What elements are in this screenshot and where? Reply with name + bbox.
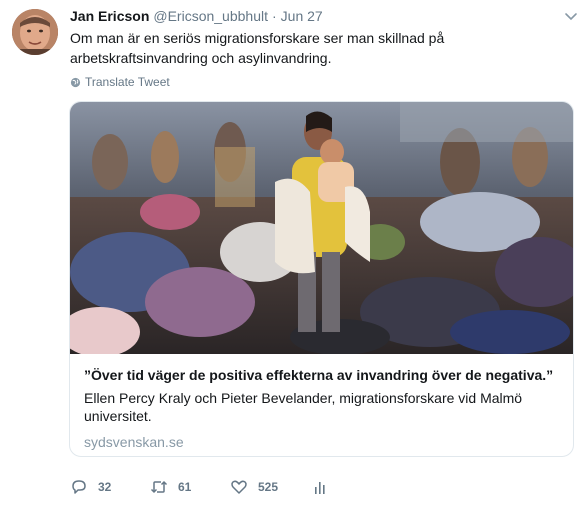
separator-dot: · — [272, 8, 277, 24]
tweet-date[interactable]: Jun 27 — [281, 8, 323, 24]
reply-button[interactable]: 32 — [70, 478, 111, 496]
card-title: ”Över tid väger de positiva effekterna a… — [84, 367, 554, 383]
analytics-button[interactable] — [312, 478, 340, 496]
analytics-icon — [315, 482, 325, 494]
card-body: ”Över tid väger de positiva effekterna a… — [84, 366, 562, 451]
avatar[interactable] — [12, 9, 58, 55]
like-button[interactable]: 525 — [230, 478, 278, 496]
retweet-count: 61 — [178, 480, 192, 494]
retweet-icon — [150, 480, 168, 494]
translate-tweet-link[interactable]: Translate Tweet — [70, 75, 170, 89]
reply-icon — [72, 480, 86, 494]
heart-icon — [231, 480, 247, 494]
retweet-button[interactable]: 61 — [150, 478, 191, 496]
chevron-down-icon[interactable] — [564, 12, 578, 22]
tweet[interactable]: Jan Ericson @Ericson_ubbhult · Jun 27 Om… — [0, 0, 586, 509]
tweet-text: Om man är en seriös migrationsforskare s… — [70, 30, 445, 66]
tweet-header: Jan Ericson @Ericson_ubbhult · Jun 27 — [70, 8, 323, 28]
link-card[interactable]: ”Över tid väger de positiva effekterna a… — [69, 101, 574, 457]
card-image — [70, 102, 573, 354]
reply-count: 32 — [98, 480, 112, 494]
globe-icon — [70, 77, 81, 87]
author-handle[interactable]: @Ericson_ubbhult — [153, 8, 268, 24]
author-name[interactable]: Jan Ericson — [70, 8, 149, 24]
like-count: 525 — [258, 480, 279, 494]
translate-label: Translate Tweet — [85, 75, 170, 89]
card-domain: sydsvenskan.se — [84, 434, 184, 450]
card-description: Ellen Percy Kraly och Pieter Bevelander,… — [84, 390, 523, 424]
